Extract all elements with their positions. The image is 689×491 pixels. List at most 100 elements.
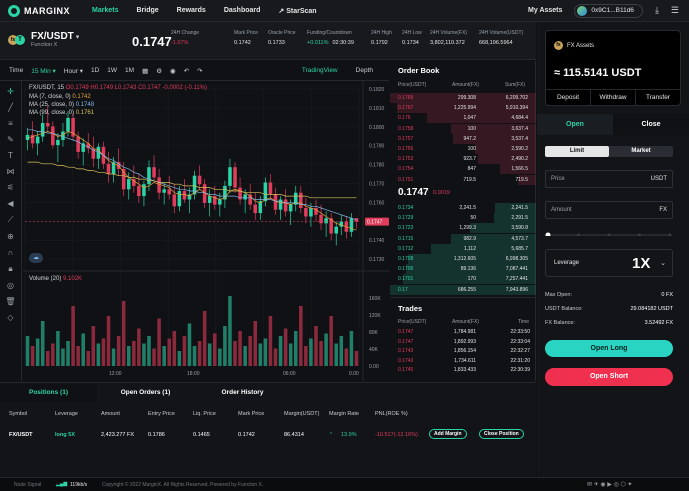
- interval-1m[interactable]: 1M: [125, 67, 134, 74]
- settings-icon[interactable]: ⚙: [156, 67, 162, 75]
- menu-icon[interactable]: ☰: [671, 5, 679, 16]
- volume-bar: [319, 341, 323, 366]
- redo-icon[interactable]: ↷: [197, 67, 202, 75]
- ask-row[interactable]: 0.1757 947.2 3,537.4: [390, 133, 536, 144]
- ask-row[interactable]: 0.1758 100 3,637.4: [390, 123, 536, 134]
- tab-close[interactable]: Close: [613, 114, 689, 135]
- open-long-button[interactable]: Open Long: [545, 340, 673, 357]
- pattern-icon[interactable]: ⋈: [7, 167, 15, 176]
- screenshot-icon[interactable]: ◉: [170, 67, 176, 75]
- tab-open[interactable]: Open: [537, 114, 613, 135]
- ask-row[interactable]: 0.1756 100 2,590.2: [390, 144, 536, 154]
- ask-row[interactable]: 0.1751 719.5 719.5: [390, 174, 536, 185]
- zoom-icon[interactable]: ⊕: [7, 232, 14, 241]
- limit-button[interactable]: Limit: [545, 146, 609, 157]
- back-arrow-icon[interactable]: ◀: [7, 199, 13, 208]
- ob-sum: 3,637.4: [511, 125, 528, 132]
- trash-icon[interactable]: 🗑︎: [5, 297, 15, 306]
- position-header: Amount: [101, 411, 120, 417]
- stat-value: +0.011% 02:30:39: [307, 40, 354, 46]
- close-position-button[interactable]: Close Position: [479, 429, 524, 439]
- download-icon[interactable]: ⤓: [655, 5, 659, 16]
- fib-icon[interactable]: ≡: [8, 119, 13, 128]
- layers-icon[interactable]: ◇: [7, 313, 13, 322]
- withdraw-button[interactable]: Withdraw: [591, 90, 636, 106]
- price-input[interactable]: Price USDT: [545, 170, 673, 188]
- my-assets-link[interactable]: My Assets: [528, 7, 562, 14]
- ask-row[interactable]: 0.1753 923.7 2,490.2: [390, 154, 536, 165]
- ask-row[interactable]: 0.176 1,047 4,684.4: [390, 113, 536, 124]
- wallet-button[interactable]: 0x9C1...B11d6: [574, 3, 643, 18]
- bid-row[interactable]: 0.1734 2,241.5 2,241.5: [390, 203, 536, 213]
- position-header: Margin(USDT): [284, 411, 320, 417]
- amount-input[interactable]: Amount FX: [545, 201, 673, 219]
- tab-open-orders[interactable]: Open Orders (1): [97, 384, 194, 402]
- magnet-icon[interactable]: ∩: [8, 248, 14, 257]
- interval-hour[interactable]: Hour ▾: [64, 67, 83, 75]
- ob-sum: 7,257.441: [505, 276, 528, 283]
- nav-dashboard[interactable]: Dashboard: [224, 7, 261, 15]
- brand-logo[interactable]: MARGINX: [8, 4, 70, 17]
- eye-icon[interactable]: ◎: [7, 281, 14, 290]
- leverage-selector[interactable]: Leverage 1X ⌄: [545, 249, 673, 277]
- order-type-toggle: Limit Market: [545, 146, 673, 157]
- nav-bridge[interactable]: Bridge: [136, 7, 158, 15]
- brush-icon[interactable]: ✎: [7, 135, 14, 144]
- legend-ma7-value: 0.1742: [72, 94, 91, 100]
- ask-row[interactable]: 0.1754 847 1,566.5: [390, 164, 536, 175]
- stat-label: 24H Change: [171, 30, 200, 36]
- nav-starscan[interactable]: ↗ StarScan: [278, 7, 316, 15]
- volume-legend: Volume (20) 9.102K: [29, 276, 82, 282]
- tab-positions[interactable]: Positions (1): [0, 384, 97, 402]
- trendline-icon[interactable]: ╱: [8, 103, 13, 112]
- tab-tradingview[interactable]: TradingView: [302, 67, 338, 74]
- tab-order-history[interactable]: Order History: [194, 384, 291, 402]
- stat-label: 24H Volume(USDT): [479, 30, 524, 36]
- ask-row[interactable]: 0.1767 1,225.994 5,910.394: [390, 103, 536, 114]
- add-margin-button[interactable]: Add Margin: [429, 429, 467, 439]
- deposit-button[interactable]: Deposit: [546, 90, 591, 106]
- interval-1d[interactable]: 1D: [91, 67, 99, 74]
- volume-bar: [324, 333, 328, 366]
- crosshair-icon[interactable]: ✛: [7, 87, 14, 96]
- volume-bar: [253, 321, 258, 366]
- bid-row[interactable]: 0.1701 170 7,257.441: [390, 274, 536, 285]
- volume-bar: [263, 338, 268, 366]
- price-tick: 0.1790: [369, 144, 385, 150]
- bid-row[interactable]: 0.1708 1,312.605 6,998.305: [390, 254, 536, 264]
- nav-markets[interactable]: Markets: [92, 7, 118, 15]
- forecast-icon[interactable]: ⚟: [7, 183, 14, 192]
- bid-row[interactable]: 0.17 686.255 7,943.896: [390, 284, 536, 295]
- volume-value: 9.102K: [63, 276, 83, 282]
- market-button[interactable]: Market: [609, 146, 673, 157]
- undo-icon[interactable]: ↶: [184, 67, 189, 75]
- stat-value: 0.1792: [371, 40, 388, 46]
- nav-rewards[interactable]: Rewards: [177, 7, 206, 15]
- indicators-icon[interactable]: ▦: [142, 67, 148, 75]
- bid-row[interactable]: 0.1706 89.136 7,087.441: [390, 264, 536, 275]
- ob-amount: 50: [470, 215, 476, 222]
- amount-slider[interactable]: [545, 232, 673, 236]
- candle-body: [207, 196, 212, 203]
- open-short-button[interactable]: Open Short: [545, 368, 673, 386]
- text-tool-icon[interactable]: T: [8, 151, 13, 160]
- ob-sum: 7,087.441: [505, 266, 528, 273]
- tab-depth[interactable]: Depth: [356, 67, 373, 74]
- interval-1w[interactable]: 1W: [107, 67, 117, 74]
- transfer-button[interactable]: Transfer: [636, 90, 680, 106]
- bid-row[interactable]: 0.1723 1,299.3 3,590.8: [390, 223, 536, 234]
- ask-row[interactable]: 0.1769 299.308 6,209.702: [390, 93, 536, 103]
- pair-selector[interactable]: fx T FX/USDT ▾ Function X: [8, 31, 79, 48]
- cloud-icon[interactable]: ☁: [29, 253, 43, 263]
- volume-bar: [233, 341, 237, 366]
- bid-row[interactable]: 0.1712 1,112 5,685.7: [390, 243, 536, 254]
- ob-amount: 89.136: [460, 266, 476, 273]
- bid-row[interactable]: 0.1729 50 2,291.5: [390, 213, 536, 224]
- interval-15min[interactable]: 15 Min ▾: [31, 67, 56, 75]
- bid-row[interactable]: 0.1715 982.9 4,573.7: [390, 233, 536, 244]
- ruler-icon[interactable]: ⟋: [8, 215, 14, 225]
- candle-body: [268, 182, 273, 195]
- price-chart[interactable]: 0.1820 0.1810 0.1800 0.1790 0.1780 0.1770 0.17…: [23, 81, 389, 381]
- slider-handle: [545, 232, 551, 236]
- lock-icon[interactable]: 🔒︎: [8, 264, 12, 274]
